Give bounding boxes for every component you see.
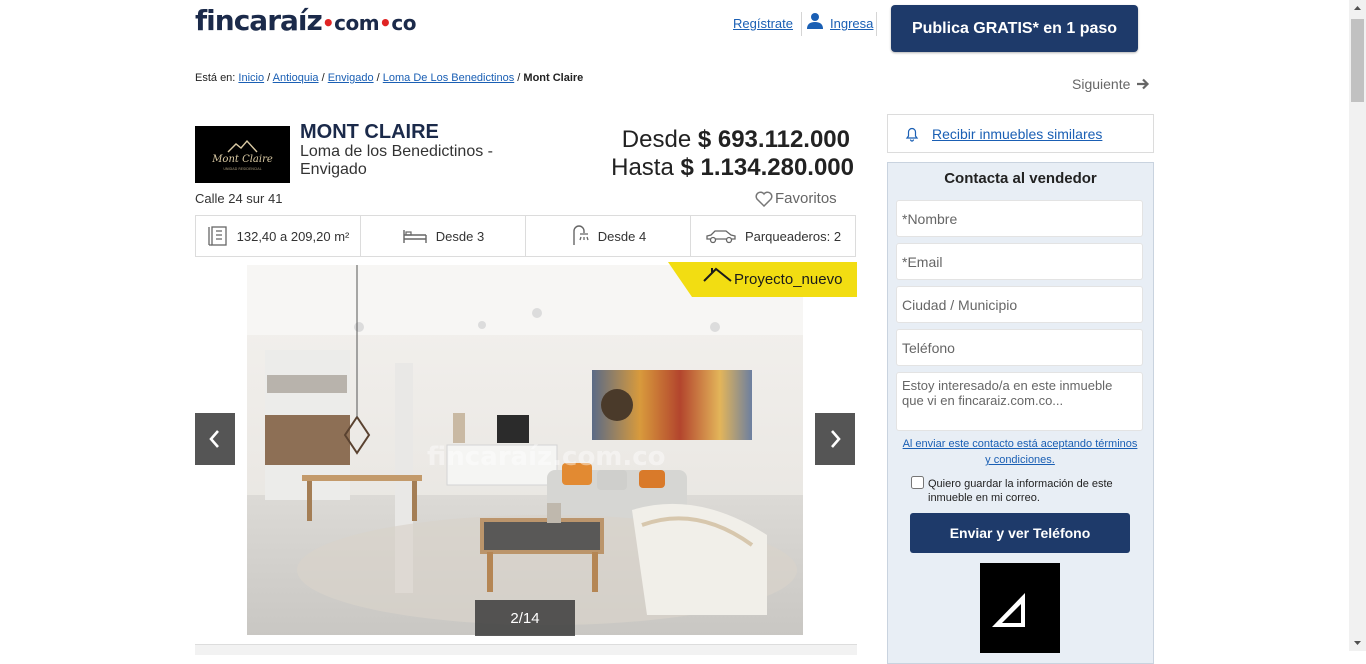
new-project-label: Proyecto_nuevo <box>734 271 843 288</box>
bed-icon <box>403 230 427 243</box>
feature-area: 132,40 a 209,20 m² <box>196 216 361 256</box>
chevron-left-icon <box>209 430 219 448</box>
project-title: MONT CLAIRE <box>300 121 439 143</box>
login-link[interactable]: Ingresa <box>806 10 873 31</box>
feature-parking: Parqueaderos: 2 <box>691 216 855 256</box>
feature-parking-value: Parqueaderos: 2 <box>744 228 842 244</box>
price-to-value: $ 1.134.280.000 <box>680 154 855 181</box>
project-location: Loma de los Benedictinos - Envigado <box>300 143 493 178</box>
chevron-right-icon <box>831 430 841 448</box>
breadcrumb-item-antioquia[interactable]: Antioquia <box>273 72 319 84</box>
breadcrumb: Está en: Inicio / Antioquia / Envigado /… <box>195 72 584 84</box>
photo-counter: 2/14 <box>475 600 575 636</box>
logo-co: co <box>391 11 416 35</box>
feature-bedrooms: Desde 3 <box>361 216 526 256</box>
project-logo-name: Mont Claire <box>211 154 273 165</box>
terms-link[interactable]: Al enviar este contacto está aceptando t… <box>900 436 1140 468</box>
phone-field[interactable] <box>896 329 1143 366</box>
bell-icon <box>905 127 919 142</box>
divider <box>801 12 802 36</box>
project-address: Calle 24 sur 41 <box>195 191 283 206</box>
price-from-value: $ 693.112.000 <box>697 126 850 153</box>
logo-dot: • <box>321 11 335 35</box>
logo-domain: •com•co <box>321 11 417 35</box>
name-field[interactable] <box>896 200 1143 237</box>
feature-bathrooms: Desde 4 <box>526 216 691 256</box>
breadcrumb-current: Mont Claire <box>523 72 584 84</box>
price-to: Hasta $ 1.134.280.000 <box>560 154 854 182</box>
next-label: Siguiente <box>1072 76 1131 92</box>
breadcrumb-item-envigado[interactable]: Envigado <box>328 72 374 84</box>
scroll-down-arrow-icon[interactable] <box>1349 634 1366 651</box>
project-logo-mark: Mont Claire UNIDAD RESIDENCIAL <box>211 139 273 171</box>
send-contact-button[interactable]: Enviar y ver Teléfono <box>910 513 1130 553</box>
living-room-illustration: fincaraíz.com.co <box>247 265 803 635</box>
feature-area-value: 132,40 a 209,20 m² <box>236 228 350 244</box>
site-logo[interactable]: fincaraíz•com•co <box>195 4 416 37</box>
price-from: Desde $ 693.112.000 <box>560 126 850 154</box>
price-from-label: Desde <box>621 126 692 153</box>
scrollbar-thumb[interactable] <box>1351 19 1364 102</box>
next-listing-link[interactable]: Siguiente <box>1072 76 1150 92</box>
breadcrumb-item-loma[interactable]: Loma De Los Benedictinos <box>383 72 514 84</box>
message-field[interactable] <box>896 372 1143 431</box>
login-label: Ingresa <box>830 16 874 31</box>
price-to-label: Hasta <box>611 154 674 181</box>
register-link[interactable]: Regístrate <box>733 16 793 31</box>
breadcrumb-prefix: Está en: <box>195 72 236 84</box>
photo-watermark: fincaraíz.com.co <box>427 442 666 472</box>
logo-com: com <box>334 11 380 35</box>
favorites-button[interactable]: Favoritos <box>755 190 837 207</box>
arrow-right-icon <box>1137 78 1150 90</box>
similar-properties-alert[interactable]: Recibir inmuebles similares <box>887 114 1154 153</box>
project-logo-tagline: UNIDAD RESIDENCIAL <box>223 167 261 171</box>
logo-dot: • <box>379 11 392 35</box>
seller-logo <box>980 563 1060 653</box>
shower-icon <box>573 225 589 245</box>
feature-bar: 132,40 a 209,20 m² Desde 3 Desde 4 Parqu… <box>195 215 856 257</box>
logo-wordmark: fincaraíz <box>195 4 323 37</box>
favorites-label: Favoritos <box>775 190 837 207</box>
scroll-up-arrow-icon[interactable] <box>1349 0 1366 17</box>
seller-logo-mark <box>992 593 1025 627</box>
email-field[interactable] <box>896 243 1143 280</box>
project-logo: Mont Claire UNIDAD RESIDENCIAL <box>195 126 290 183</box>
property-photo[interactable]: fincaraíz.com.co <box>247 265 803 635</box>
area-icon <box>207 226 227 246</box>
breadcrumb-item-inicio[interactable]: Inicio <box>238 72 264 84</box>
user-icon <box>807 12 823 29</box>
gallery-prev-button[interactable] <box>195 413 235 465</box>
feature-bathrooms-value: Desde 4 <box>597 228 647 244</box>
car-icon <box>706 230 736 244</box>
gallery-next-button[interactable] <box>815 413 855 465</box>
similar-properties-link[interactable]: Recibir inmuebles similares <box>932 126 1102 142</box>
divider <box>876 12 877 36</box>
publish-free-button[interactable]: Publica GRATIS* en 1 paso <box>891 5 1138 52</box>
city-field[interactable] <box>896 286 1143 323</box>
heart-icon <box>755 191 773 207</box>
save-info-label: Quiero guardar la información de este in… <box>928 478 1113 504</box>
next-section <box>195 644 857 655</box>
save-info-checkbox[interactable] <box>911 476 924 489</box>
contact-title: Contacta al vendedor <box>944 170 1097 187</box>
feature-bedrooms-value: Desde 3 <box>435 228 485 244</box>
